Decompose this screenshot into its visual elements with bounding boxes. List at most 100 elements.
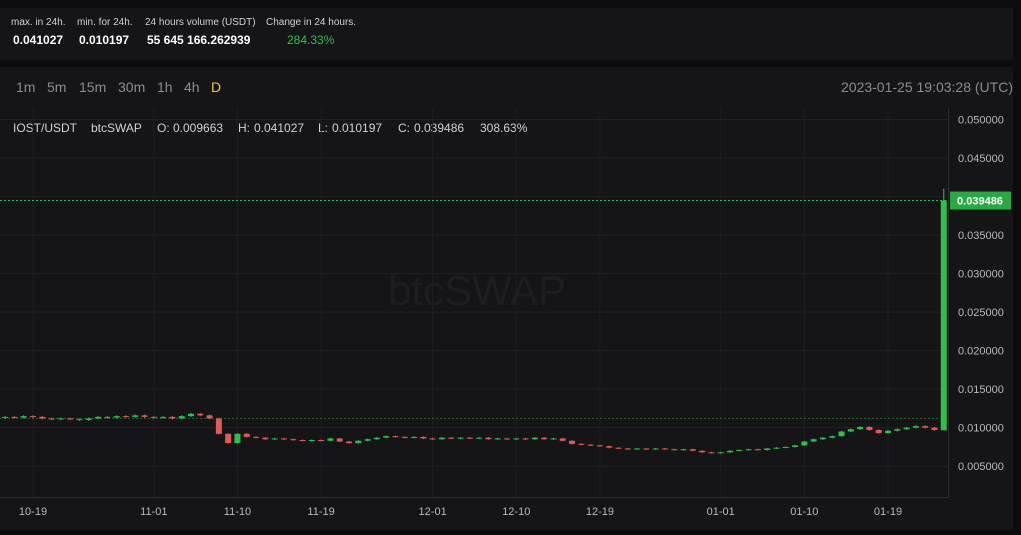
candle-body xyxy=(885,430,891,434)
candle-body xyxy=(875,429,882,434)
candle-body xyxy=(448,437,455,439)
candle-body xyxy=(689,449,696,451)
candle-body xyxy=(299,439,306,441)
candle-body xyxy=(866,426,873,430)
candle-body xyxy=(30,416,36,418)
candle-body xyxy=(634,448,641,450)
candle-body xyxy=(187,413,194,417)
x-tick-label: 12-01 xyxy=(419,506,447,518)
candle-body xyxy=(122,416,129,418)
candle-body xyxy=(569,440,576,444)
candle-body xyxy=(383,436,390,438)
candle-body xyxy=(336,438,343,442)
candle-body xyxy=(429,438,436,440)
candle-body xyxy=(485,437,492,440)
candle-body xyxy=(550,438,557,440)
candle-body xyxy=(466,437,473,439)
candle-body xyxy=(671,449,678,451)
x-tick-label: 12-19 xyxy=(586,506,614,518)
x-tick-label: 12-10 xyxy=(502,506,530,518)
candle-body xyxy=(773,447,780,449)
x-tick-label: 01-10 xyxy=(790,506,818,518)
y-tick-label: 0.050000 xyxy=(958,115,1004,127)
candle-body xyxy=(699,450,706,453)
candle-body xyxy=(150,416,157,418)
candle-body xyxy=(243,433,250,437)
candle-body xyxy=(745,449,752,451)
candle-body xyxy=(829,436,836,438)
y-tick-label: 0.025000 xyxy=(958,307,1004,319)
candle-body xyxy=(513,438,520,440)
candle-body xyxy=(318,439,325,441)
candle-body xyxy=(810,439,817,442)
candle-body xyxy=(792,445,799,447)
candle-body xyxy=(327,438,334,441)
candle-body xyxy=(727,450,734,453)
candle-body xyxy=(420,436,427,439)
candle-body xyxy=(931,427,938,430)
y-tick-label: 0.010000 xyxy=(958,423,1004,435)
candle-body xyxy=(234,433,241,444)
candle-body xyxy=(838,431,845,437)
candle-body xyxy=(401,436,408,438)
candle-body xyxy=(206,415,213,419)
candle-body xyxy=(280,438,287,440)
candle-body xyxy=(541,437,548,440)
candle-body xyxy=(717,452,724,454)
candle-body xyxy=(708,452,715,454)
candle-body xyxy=(197,413,204,416)
candle-body xyxy=(847,429,854,432)
candle-body xyxy=(76,419,83,421)
x-tick-label: 01-19 xyxy=(874,506,902,518)
candle-body xyxy=(857,426,864,430)
x-tick-label: 11-01 xyxy=(140,506,167,518)
candle-body xyxy=(262,437,269,440)
candle-body xyxy=(2,416,9,418)
candle-body xyxy=(67,418,74,420)
candle-body xyxy=(290,439,297,441)
x-tick-label: 11-10 xyxy=(224,506,251,518)
candle-body xyxy=(373,437,380,440)
candlestick-chart[interactable]: btcSWAP 0.0050000.0100000.0150000.020000… xyxy=(0,0,1021,535)
candle-body xyxy=(308,439,315,441)
candle-body xyxy=(113,416,120,418)
candle-body xyxy=(364,439,371,441)
y-tick-label: 0.045000 xyxy=(958,153,1004,165)
candle-body xyxy=(215,418,222,434)
candle-body xyxy=(345,441,352,444)
y-tick-label: 0.035000 xyxy=(958,230,1004,242)
candle-body xyxy=(476,437,483,439)
candle-body xyxy=(596,445,603,447)
y-tick-label: 0.030000 xyxy=(958,269,1004,281)
candle-body xyxy=(903,427,910,430)
candle-body xyxy=(457,437,464,439)
candle-body xyxy=(912,426,919,428)
candle-body xyxy=(661,448,668,450)
candle-body xyxy=(169,416,176,419)
candle-body xyxy=(178,416,185,419)
candle-body xyxy=(894,429,901,431)
candle-body xyxy=(531,437,538,440)
candle-body xyxy=(680,449,687,451)
candle-body xyxy=(48,418,55,420)
candle-body xyxy=(355,440,362,444)
candle-body xyxy=(253,436,260,438)
candle-body xyxy=(801,441,808,446)
candle-body xyxy=(819,437,826,440)
candle-body xyxy=(20,416,27,418)
x-tick-label: 10-19 xyxy=(19,506,47,518)
candle-body xyxy=(57,418,64,420)
candle-body xyxy=(85,418,92,420)
candle-body xyxy=(559,438,566,441)
candle-body xyxy=(392,436,399,438)
candle-body xyxy=(587,444,594,446)
candle-body xyxy=(736,450,743,452)
candle-body xyxy=(782,446,789,448)
x-tick-label: 01-01 xyxy=(707,506,735,518)
candle-body xyxy=(494,438,501,440)
candle-body xyxy=(11,416,18,418)
candle-body xyxy=(940,200,947,431)
candle-body xyxy=(652,448,659,450)
candle-body xyxy=(754,449,761,451)
candle-body xyxy=(503,438,510,440)
